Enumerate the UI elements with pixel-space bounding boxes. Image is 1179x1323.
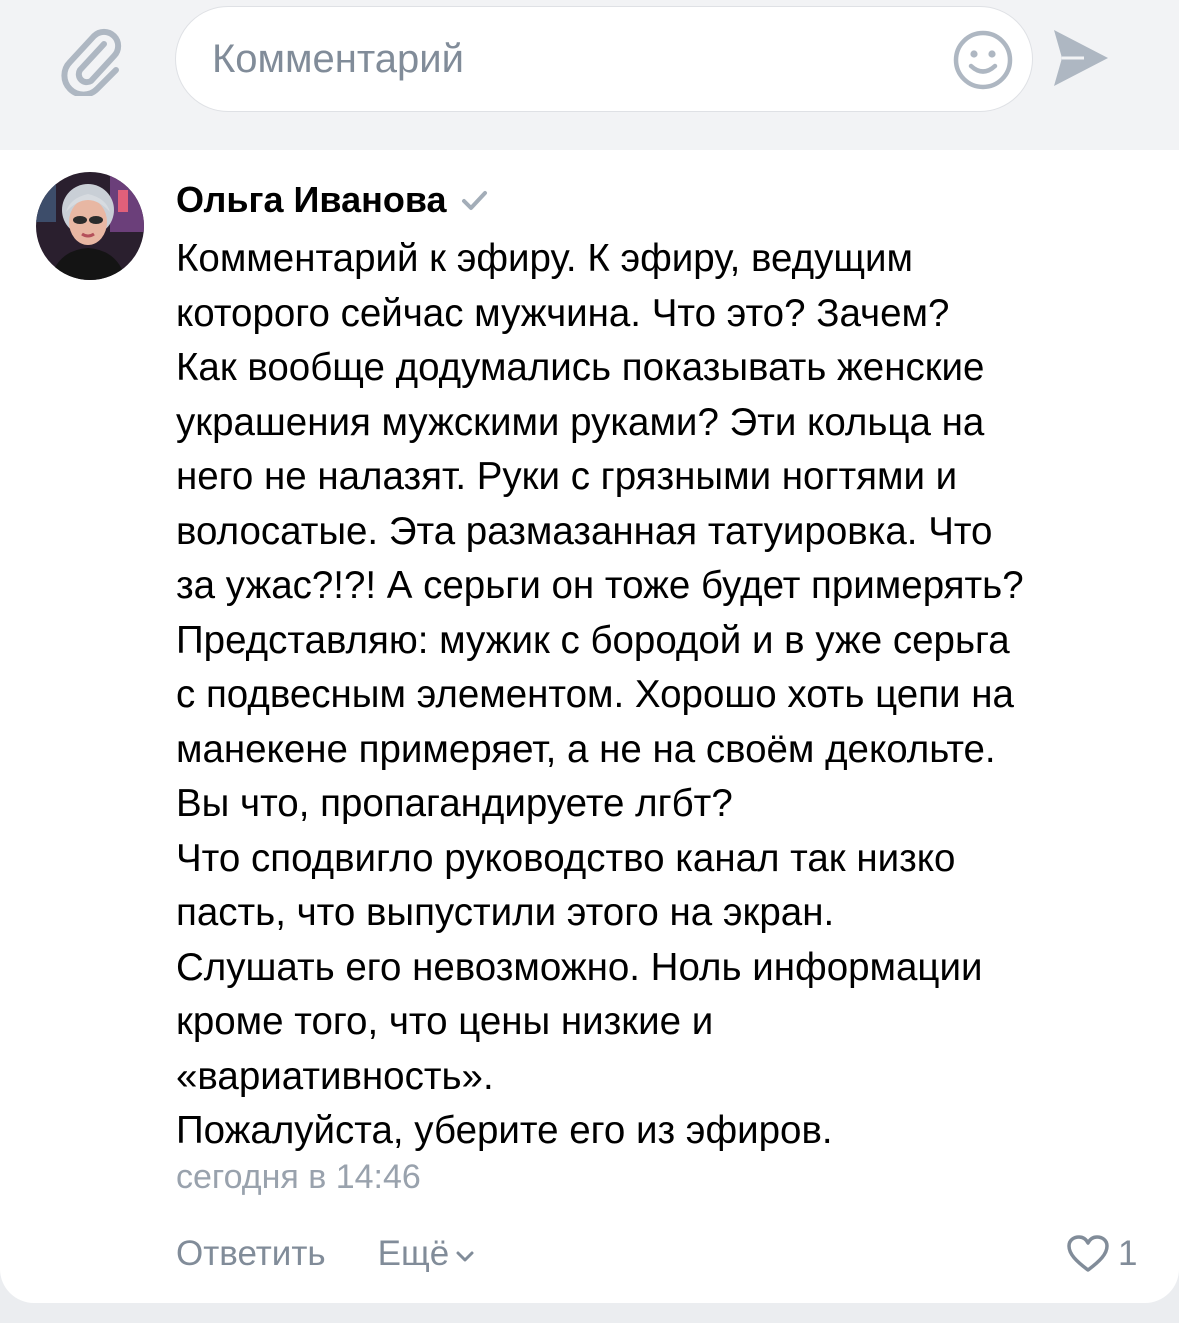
author-name[interactable]: Ольга Иванова <box>176 179 447 221</box>
smiley-icon <box>953 30 1013 90</box>
check-icon <box>461 191 487 210</box>
comment-text: Комментарий к эфиру. К эфиру, ведущим ко… <box>176 237 1024 1152</box>
send-button[interactable] <box>1050 26 1110 90</box>
more-button[interactable]: Ещё <box>378 1234 476 1274</box>
paperclip-icon <box>61 28 122 98</box>
comment-composer <box>0 0 1179 150</box>
like-button[interactable]: 1 <box>1066 1230 1137 1278</box>
emoji-button[interactable] <box>952 29 1014 91</box>
comment-input-field[interactable] <box>175 6 1033 112</box>
reply-button[interactable]: Ответить <box>176 1234 326 1274</box>
author-row: Ольга Иванова <box>176 176 489 224</box>
send-arrow-icon <box>1054 30 1108 86</box>
attach-button[interactable] <box>58 24 124 98</box>
comment-input[interactable] <box>212 29 912 89</box>
like-count: 1 <box>1118 1234 1138 1273</box>
comment-timestamp: сегодня в 14:46 <box>176 1158 421 1196</box>
heart-icon <box>1067 1235 1109 1272</box>
chevron-down-icon <box>456 1251 474 1262</box>
more-label: Ещё <box>377 1234 450 1273</box>
comment-actions: Ответить Ещё <box>176 1228 475 1280</box>
comment-card: Ольга Иванова Комментарий к эфиру. К эфи… <box>0 150 1179 1303</box>
avatar[interactable] <box>36 172 144 280</box>
